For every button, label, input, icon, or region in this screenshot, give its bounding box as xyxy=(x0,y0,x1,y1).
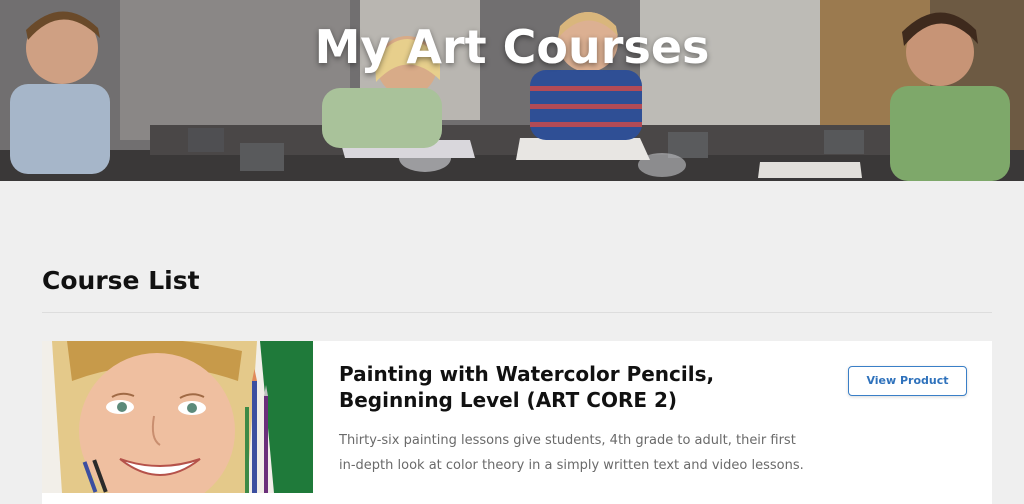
view-product-button[interactable]: View Product xyxy=(848,366,967,396)
course-description: Thirty-six painting lessons give student… xyxy=(339,433,804,473)
section-divider xyxy=(42,312,992,313)
course-list-heading: Course List xyxy=(42,266,200,295)
course-card: Painting with Watercolor Pencils, Beginn… xyxy=(42,341,992,504)
course-thumbnail[interactable] xyxy=(42,341,313,493)
hero-banner: My Art Courses xyxy=(0,0,1024,181)
course-title[interactable]: Painting with Watercolor Pencils, Beginn… xyxy=(339,361,719,413)
course-title-line2: Beginning Level (ART CORE 2) xyxy=(339,388,678,412)
course-title-line1: Painting with Watercolor Pencils, xyxy=(339,362,715,386)
page-title: My Art Courses xyxy=(314,20,710,74)
